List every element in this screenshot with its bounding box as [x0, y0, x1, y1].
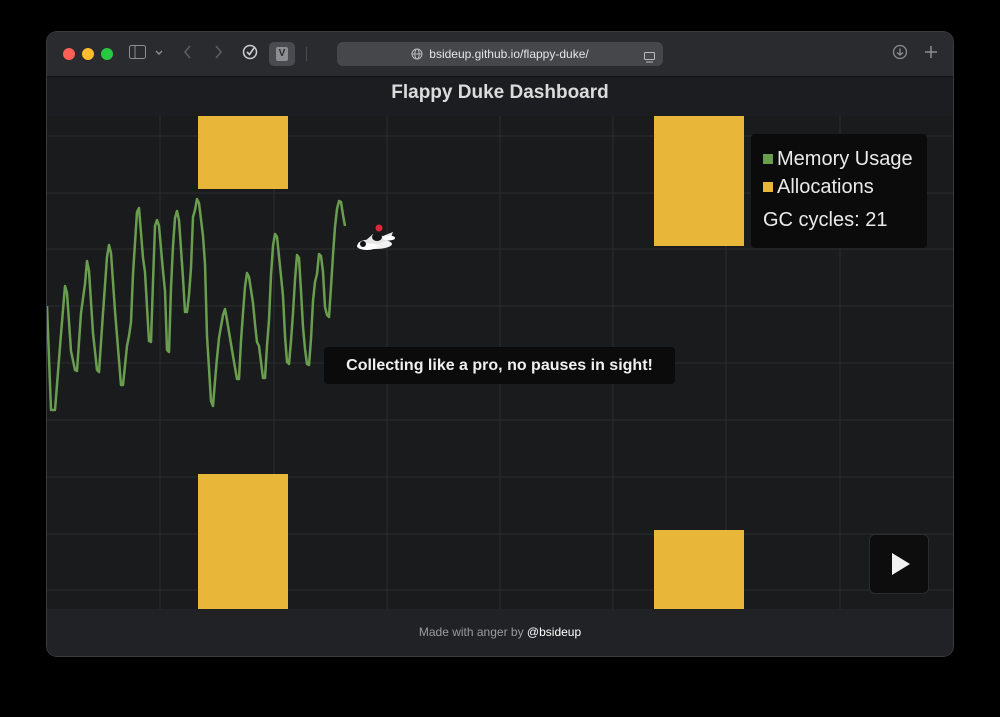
pipe-top-2: [654, 116, 744, 246]
chart-legend: Memory Usage Allocations GC cycles: 21: [751, 134, 927, 248]
legend-swatch-memory: [763, 154, 773, 164]
pipe-top-1: [198, 116, 288, 189]
minimize-window-button[interactable]: [82, 48, 94, 60]
pipe-bottom-1: [198, 474, 288, 609]
back-arrow-icon[interactable]: [183, 44, 193, 65]
close-window-button[interactable]: [63, 48, 75, 60]
download-icon[interactable]: [892, 44, 908, 65]
url-text: bsideup.github.io/flappy-duke/: [429, 47, 589, 61]
status-message: Collecting like a pro, no pauses in sigh…: [324, 347, 675, 384]
globe-icon: [411, 44, 423, 68]
play-button[interactable]: [869, 534, 929, 594]
duke-sprite-icon: [357, 224, 395, 250]
author-link[interactable]: @bsideup: [527, 625, 581, 639]
page-title: Flappy Duke Dashboard: [391, 82, 609, 103]
check-extension-icon[interactable]: [242, 44, 258, 65]
forward-arrow-icon[interactable]: [213, 44, 223, 65]
browser-titlebar: V bsideup.github.io/flappy-duke/: [47, 32, 953, 77]
legend-label-memory: Memory Usage: [777, 148, 913, 170]
tab-badge-label: V: [276, 47, 288, 61]
legend-swatch-allocations: [763, 182, 773, 192]
legend-item-allocations: Allocations: [763, 176, 874, 199]
footer-text: Made with anger by: [418, 625, 524, 639]
pipe-bottom-2: [654, 530, 744, 609]
sidebar-toggle-icon[interactable]: [129, 44, 146, 64]
legend-label-allocations: Allocations: [777, 176, 874, 198]
new-tab-icon[interactable]: [924, 44, 938, 65]
game-canvas[interactable]: Memory Usage Allocations GC cycles: 21 C…: [47, 116, 953, 609]
legend-item-memory: Memory Usage: [763, 148, 913, 171]
memory-usage-line: [47, 197, 347, 412]
tab-badge[interactable]: V: [269, 42, 295, 66]
browser-window: V bsideup.github.io/flappy-duke/ Flappy …: [47, 32, 953, 656]
toolbar-divider: [306, 47, 307, 61]
address-bar[interactable]: bsideup.github.io/flappy-duke/: [337, 42, 663, 66]
gc-cycles-counter: GC cycles: 21: [763, 209, 888, 231]
maximize-window-button[interactable]: [101, 48, 113, 60]
reader-mode-icon[interactable]: [644, 48, 655, 72]
page-footer: Made with anger by @bsideup: [47, 609, 953, 656]
chevron-down-icon[interactable]: [155, 45, 163, 65]
